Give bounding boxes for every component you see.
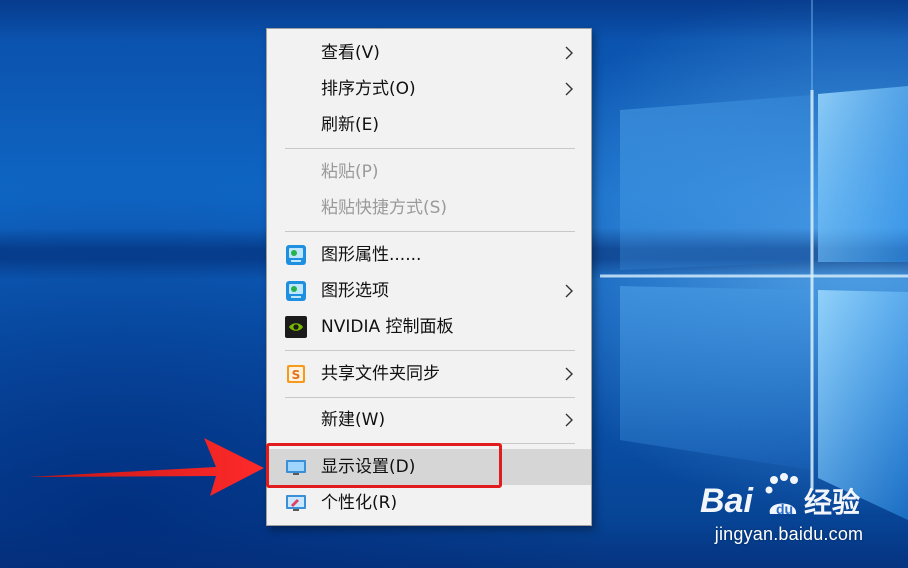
menu-item-graphics-options[interactable]: 图形选项: [267, 273, 591, 309]
baidu-jingyan-watermark: Bai du 经验 jingyan.baidu.com: [694, 470, 894, 550]
menu-item-paste-shortcut[interactable]: 粘贴快捷方式(S): [267, 190, 591, 226]
sync-s-icon: S: [287, 365, 305, 383]
menu-item-new-label: 新建(W): [321, 410, 386, 430]
svg-text:du: du: [776, 501, 793, 517]
svg-text:经验: 经验: [804, 486, 860, 518]
chevron-right-icon: [565, 367, 573, 381]
menu-item-sort-by-label: 排序方式(O): [321, 79, 416, 99]
menu-item-sort-by[interactable]: 排序方式(O): [267, 71, 591, 107]
menu-item-personalize[interactable]: 个性化(R): [267, 485, 591, 521]
menu-item-view[interactable]: 查看(V): [267, 35, 591, 71]
menu-item-nvidia-control-panel[interactable]: NVIDIA 控制面板: [267, 309, 591, 345]
menu-separator: [285, 350, 575, 351]
intel-graphics-icon: [286, 281, 306, 301]
intel-graphics-icon: [286, 245, 306, 265]
annotation-arrow-icon: [28, 438, 264, 496]
menu-item-graphics-properties[interactable]: 图形属性......: [267, 237, 591, 273]
menu-item-view-label: 查看(V): [321, 43, 380, 63]
menu-item-paste-label: 粘贴(P): [321, 162, 379, 182]
menu-separator: [285, 148, 575, 149]
baidu-jingyan-logo: Bai du 经验: [700, 473, 860, 520]
chevron-right-icon: [565, 413, 573, 427]
menu-item-refresh[interactable]: 刷新(E): [267, 107, 591, 143]
menu-item-paste-shortcut-label: 粘贴快捷方式(S): [321, 198, 448, 218]
menu-item-shared-folder-sync-label: 共享文件夹同步: [321, 364, 440, 384]
menu-item-graphics-properties-label: 图形属性......: [321, 245, 422, 265]
menu-item-shared-folder-sync[interactable]: S 共享文件夹同步: [267, 356, 591, 392]
menu-separator: [285, 231, 575, 232]
chevron-right-icon: [565, 82, 573, 96]
menu-item-graphics-options-label: 图形选项: [321, 281, 389, 301]
annotation-highlight-box: [266, 443, 502, 488]
menu-item-new[interactable]: 新建(W): [267, 402, 591, 438]
menu-item-refresh-label: 刷新(E): [321, 115, 380, 135]
menu-item-paste[interactable]: 粘贴(P): [267, 154, 591, 190]
menu-separator: [285, 397, 575, 398]
svg-text:S: S: [292, 368, 301, 382]
chevron-right-icon: [565, 46, 573, 60]
svg-text:Bai: Bai: [700, 482, 754, 520]
chevron-right-icon: [565, 284, 573, 298]
menu-item-nvidia-control-panel-label: NVIDIA 控制面板: [321, 317, 454, 337]
watermark-url: jingyan.baidu.com: [714, 524, 864, 544]
nvidia-icon: [285, 316, 307, 338]
menu-item-personalize-label: 个性化(R): [321, 493, 398, 513]
personalize-icon: [286, 495, 306, 511]
